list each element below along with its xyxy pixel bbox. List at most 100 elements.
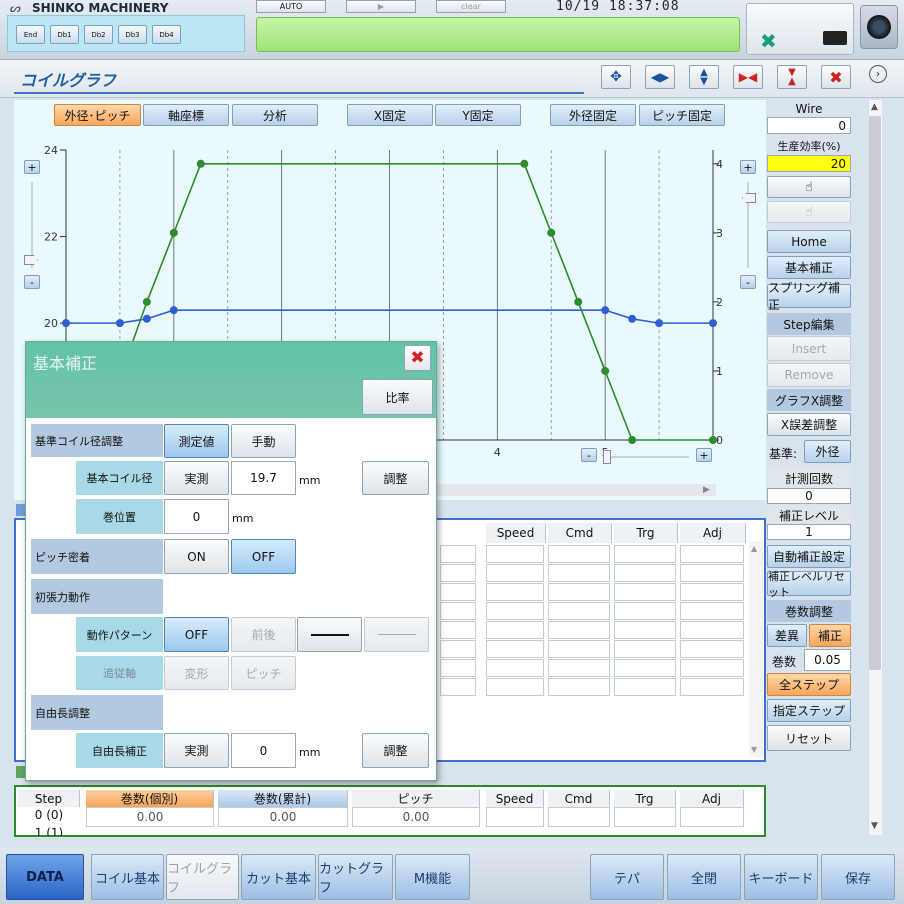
table1-cell[interactable] [680,564,744,582]
pitch-contact-on-button[interactable]: ON [164,539,229,574]
zoom-out-left-button[interactable]: - [24,275,40,289]
series-1-point[interactable] [169,228,178,237]
specified-step-button[interactable]: 指定ステップ [767,699,851,722]
reference-select-button[interactable]: 外径 [804,440,851,463]
free-length-input[interactable]: 0 [231,733,296,768]
manual-button[interactable]: 手動 [231,424,296,458]
all-steps-button[interactable]: 全ステップ [767,673,851,696]
remove-button[interactable]: Remove [767,363,851,387]
correction-level-reset-button[interactable]: 補正レベルリセット [767,570,851,599]
table1-cell[interactable] [486,621,544,639]
pitch-contact-off-button[interactable]: OFF [231,539,296,574]
table1-scroll-up-icon[interactable]: ▲ [751,544,757,553]
x-slider-track[interactable] [603,456,689,458]
basic-correction-button[interactable]: 基本補正 [767,256,851,279]
table2-turns-cell[interactable]: 0.00 [86,807,214,827]
series-1-point[interactable] [601,366,610,375]
table1-cell[interactable] [548,640,610,658]
pitch-axis-button[interactable]: ピッチ [231,656,296,690]
table1-cell[interactable] [486,602,544,620]
scroll-up-arrow-icon[interactable]: ▲ [871,102,878,112]
base-actual-button[interactable]: 実測 [164,461,229,495]
pattern-line-button[interactable] [297,617,362,652]
table1-cell[interactable] [614,640,676,658]
x-error-adjust-button[interactable]: X誤差調整 [767,413,851,436]
series-0-point[interactable] [601,306,610,315]
zoom-in-left-button[interactable]: + [24,160,40,174]
table1-cell[interactable] [548,659,610,677]
table1-cell[interactable] [680,583,744,601]
bottom-tab-2[interactable]: コイルグラフ [166,854,239,900]
series-0-point[interactable] [709,319,717,328]
series-1-point[interactable] [574,297,583,306]
base-adjust-button[interactable]: 調整 [362,461,429,495]
insert-button[interactable]: Insert [767,336,851,361]
scroll-thumb[interactable] [869,116,881,670]
series-0-point[interactable] [142,314,151,323]
table2-cmd-cell[interactable] [548,807,610,827]
table2-speed-cell[interactable] [486,807,544,827]
zoom-out-right-button[interactable]: - [740,275,756,289]
table1-cell-left[interactable] [440,564,476,582]
table1-cell[interactable] [486,678,544,696]
series-1-point[interactable] [142,297,151,306]
x-slider-thumb[interactable] [603,450,611,464]
auto-correction-settings-button[interactable]: 自動補正設定 [767,545,851,568]
series-0-point[interactable] [655,319,664,328]
series-1-point[interactable] [628,436,637,444]
scroll-down-arrow-icon[interactable]: ▼ [871,821,878,831]
diff-button[interactable]: 差異 [767,624,807,647]
winding-position-input[interactable]: 0 [164,499,229,534]
table2-adj-cell[interactable] [680,807,744,827]
free-length-actual-button[interactable]: 実測 [164,733,229,768]
spring-correction-button[interactable]: スプリング補正 [767,281,851,312]
turns-input[interactable]: 0.05 [804,649,851,671]
table1-cell[interactable] [486,659,544,677]
table1-vscroll[interactable] [749,541,763,757]
table1-cell[interactable] [486,564,544,582]
table1-cell[interactable] [614,545,676,563]
table1-cell[interactable] [680,659,744,677]
ratio-button[interactable]: 比率 [362,379,433,415]
table1-cell[interactable] [614,659,676,677]
series-1-point[interactable] [709,436,717,444]
series-0-point[interactable] [62,319,70,328]
series-1-point[interactable] [547,228,556,237]
table1-cell[interactable] [548,621,610,639]
redo-button[interactable]: ☝ [767,201,851,223]
home-button[interactable]: Home [767,230,851,253]
table1-cell[interactable] [680,545,744,563]
scroll-right-arrow-icon[interactable]: ▶ [703,485,710,495]
measured-value-button[interactable]: 測定値 [164,424,229,458]
table1-scroll-down-icon[interactable]: ▼ [751,745,757,754]
table1-cell[interactable] [680,602,744,620]
deform-button[interactable]: 変形 [164,656,229,690]
pattern-off-button[interactable]: OFF [164,617,229,652]
zoom-in-right-button[interactable]: + [740,160,756,174]
dialog-close-button[interactable]: ✖ [404,345,431,371]
series-0-point[interactable] [628,314,637,323]
pattern-line-disabled-button[interactable] [364,617,429,652]
table1-cell-left[interactable] [440,640,476,658]
bottom-action-0[interactable]: テパ [590,854,664,900]
table1-cell-left[interactable] [440,583,476,601]
table1-cell[interactable] [486,545,544,563]
table1-cell[interactable] [614,621,676,639]
table2-cumulative-cell[interactable]: 0.00 [218,807,348,827]
bottom-action-3[interactable]: 保存 [821,854,895,900]
reset-button[interactable]: リセット [767,725,851,751]
table1-cell[interactable] [548,678,610,696]
undo-button[interactable]: ☝ [767,176,851,198]
table2-pitch-cell[interactable]: 0.00 [352,807,480,827]
series-0-point[interactable] [169,306,178,315]
bottom-action-1[interactable]: 全閉 [667,854,741,900]
table1-cell-left[interactable] [440,678,476,696]
table1-cell[interactable] [614,564,676,582]
table1-cell-left[interactable] [440,545,476,563]
table2-trg-cell[interactable] [614,807,676,827]
pattern-front-back-button[interactable]: 前後 [231,617,296,652]
bottom-tab-0[interactable]: DATA [6,854,84,900]
zoom-out-x-button[interactable]: - [581,448,597,462]
table1-cell-left[interactable] [440,659,476,677]
bottom-tab-5[interactable]: M機能 [395,854,470,900]
